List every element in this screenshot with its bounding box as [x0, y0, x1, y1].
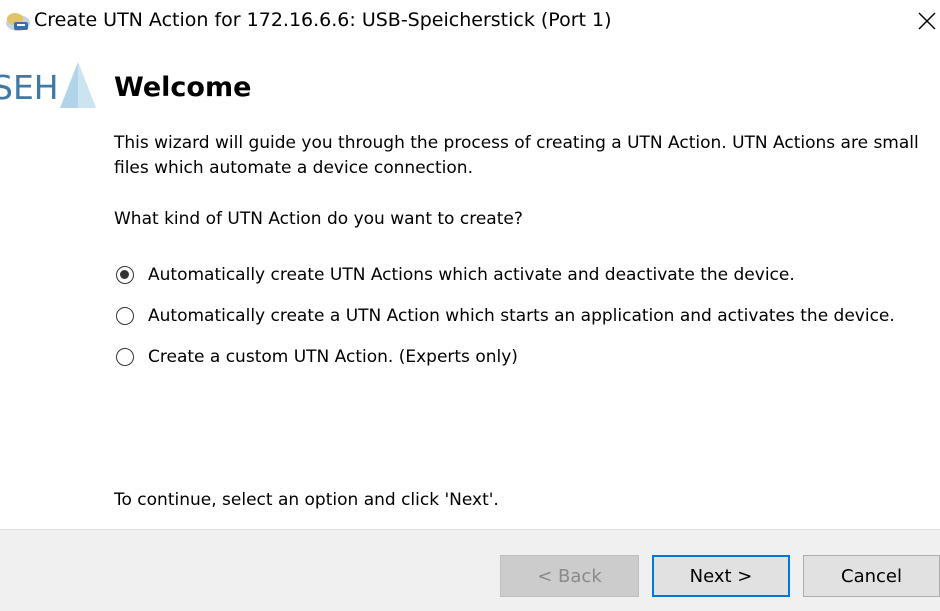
next-button[interactable]: Next > [652, 555, 790, 597]
seh-logo: SEH [0, 58, 96, 108]
close-icon [918, 12, 936, 30]
option-start-application[interactable]: Automatically create a UTN Action which … [114, 295, 940, 336]
option-group: Automatically create UTN Actions which a… [114, 254, 940, 377]
continue-hint: To continue, select an option and click … [114, 490, 499, 510]
logo-text: SEH [0, 68, 59, 107]
radio-button-selected[interactable] [116, 265, 134, 284]
intro-text: This wizard will guide you through the p… [114, 133, 919, 178]
option-label[interactable]: Automatically create UTN Actions which a… [148, 263, 795, 287]
option-label[interactable]: Create a custom UTN Action. (Experts onl… [148, 345, 518, 369]
cancel-button[interactable]: Cancel [803, 555, 940, 597]
close-button[interactable] [902, 0, 940, 40]
window-title: Create UTN Action for 172.16.6.6: USB-Sp… [34, 9, 612, 31]
option-activate-deactivate[interactable]: Automatically create UTN Actions which a… [114, 254, 940, 295]
title-bar[interactable]: Create UTN Action for 172.16.6.6: USB-Sp… [0, 0, 940, 40]
radio-button[interactable] [116, 347, 134, 366]
option-custom-action[interactable]: Create a custom UTN Action. (Experts onl… [114, 336, 940, 377]
logo-triangle-icon [60, 62, 96, 108]
button-bar: < Back Next > Cancel [0, 529, 940, 611]
page-title: Welcome [114, 72, 252, 103]
radio-button[interactable] [116, 306, 134, 325]
wizard-window: Create UTN Action for 172.16.6.6: USB-Sp… [0, 0, 940, 611]
option-label[interactable]: Automatically create a UTN Action which … [148, 304, 895, 328]
back-button[interactable]: < Back [500, 555, 639, 597]
app-icon [4, 10, 32, 32]
question-text: What kind of UTN Action do you want to c… [114, 209, 523, 229]
